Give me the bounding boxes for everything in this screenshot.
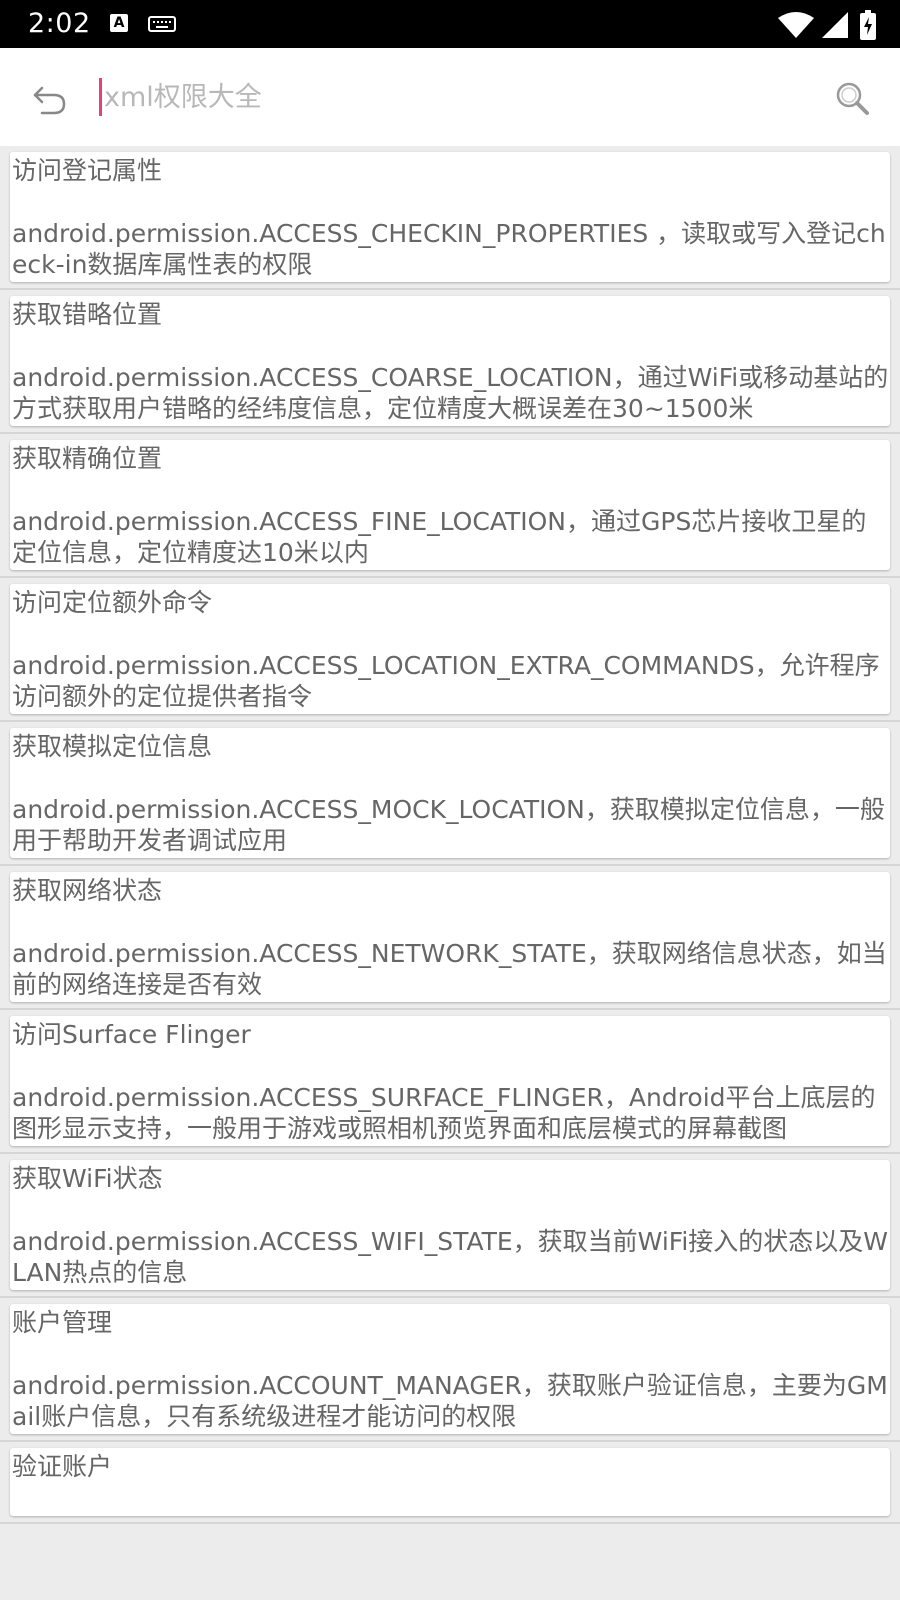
list-item: 获取WiFi状态 android.permission.ACCESS_WIFI_…	[0, 1154, 900, 1298]
permission-card[interactable]: 获取模拟定位信息 android.permission.ACCESS_MOCK_…	[10, 728, 890, 858]
permission-card[interactable]: 账户管理 android.permission.ACCOUNT_MANAGER，…	[10, 1304, 890, 1434]
permission-description: android.permission.ACCESS_FINE_LOCATION，…	[12, 507, 867, 567]
list-item: 访问定位额外命令 android.permission.ACCESS_LOCAT…	[0, 578, 900, 722]
permission-card[interactable]: 获取错略位置 android.permission.ACCESS_COARSE_…	[10, 296, 890, 426]
list-item: 获取网络状态 android.permission.ACCESS_NETWORK…	[0, 866, 900, 1010]
permission-description: android.permission.ACCESS_COARSE_LOCATIO…	[12, 363, 889, 423]
permission-description: android.permission.ACCESS_SURFACE_FLINGE…	[12, 1083, 876, 1143]
permission-card[interactable]: 访问定位额外命令 android.permission.ACCESS_LOCAT…	[10, 584, 890, 714]
signal-icon	[822, 12, 848, 38]
search-bar	[0, 48, 900, 146]
permission-description: android.permission.ACCESS_WIFI_STATE，获取当…	[12, 1227, 889, 1287]
permission-card[interactable]: 获取精确位置 android.permission.ACCESS_FINE_LO…	[10, 440, 890, 570]
list-item: 访问Surface Flinger android.permission.ACC…	[0, 1010, 900, 1154]
list-item: 获取模拟定位信息 android.permission.ACCESS_MOCK_…	[0, 722, 900, 866]
status-time: 2:02	[28, 8, 91, 39]
permission-description: android.permission.ACCESS_NETWORK_STATE，…	[12, 939, 887, 999]
permission-card[interactable]: 访问Surface Flinger android.permission.ACC…	[10, 1016, 890, 1146]
list-item: 验证账户	[0, 1442, 900, 1524]
permission-card[interactable]: 验证账户	[10, 1448, 890, 1516]
search-input[interactable]	[100, 74, 784, 120]
permission-title: 访问Surface Flinger	[12, 1020, 251, 1049]
permission-description: android.permission.ACCOUNT_MANAGER，获取账户验…	[12, 1371, 888, 1431]
battery-icon	[860, 10, 876, 40]
permission-title: 访问定位额外命令	[12, 588, 213, 617]
permission-title: 获取网络状态	[12, 876, 163, 905]
list-item: 访问登记属性 android.permission.ACCESS_CHECKIN…	[0, 146, 900, 290]
wifi-icon	[778, 12, 814, 38]
permission-title: 获取模拟定位信息	[12, 732, 213, 761]
permission-title: 访问登记属性	[12, 156, 163, 185]
permission-card[interactable]: 获取WiFi状态 android.permission.ACCESS_WIFI_…	[10, 1160, 890, 1290]
permission-card[interactable]: 访问登记属性 android.permission.ACCESS_CHECKIN…	[10, 152, 890, 282]
permission-description: android.permission.ACCESS_MOCK_LOCATION，…	[12, 795, 885, 855]
permission-list: 访问登记属性 android.permission.ACCESS_CHECKIN…	[0, 146, 900, 1524]
search-icon[interactable]	[832, 78, 872, 118]
permission-description: android.permission.ACCESS_LOCATION_EXTRA…	[12, 651, 880, 711]
list-item: 账户管理 android.permission.ACCOUNT_MANAGER，…	[0, 1298, 900, 1442]
permission-title: 账户管理	[12, 1308, 113, 1337]
permission-card[interactable]: 获取网络状态 android.permission.ACCESS_NETWORK…	[10, 872, 890, 1002]
permission-title: 获取精确位置	[12, 444, 163, 473]
status-bar: 2:02 A	[0, 0, 900, 48]
permission-title: 获取WiFi状态	[12, 1164, 163, 1193]
permission-title: 获取错略位置	[12, 300, 163, 329]
permission-title: 验证账户	[12, 1452, 113, 1481]
permission-description: android.permission.ACCESS_CHECKIN_PROPER…	[12, 219, 886, 279]
back-icon[interactable]	[30, 78, 70, 118]
list-item: 获取错略位置 android.permission.ACCESS_COARSE_…	[0, 290, 900, 434]
list-item: 获取精确位置 android.permission.ACCESS_FINE_LO…	[0, 434, 900, 578]
keyboard-icon	[148, 16, 176, 32]
notification-a-icon: A	[110, 14, 128, 32]
